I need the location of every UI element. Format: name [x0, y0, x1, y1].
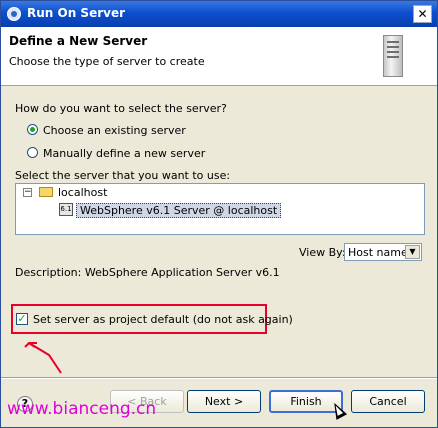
- button-bar-separator: [1, 377, 437, 379]
- next-button[interactable]: Next >: [187, 390, 261, 413]
- watermark-text: www.bianceng.cn: [7, 399, 157, 419]
- run-on-server-dialog: Run On Server ✕ Define a New Server Choo…: [0, 0, 438, 428]
- annotation-arrow-icon: [24, 341, 62, 374]
- cancel-button[interactable]: Cancel: [351, 390, 425, 413]
